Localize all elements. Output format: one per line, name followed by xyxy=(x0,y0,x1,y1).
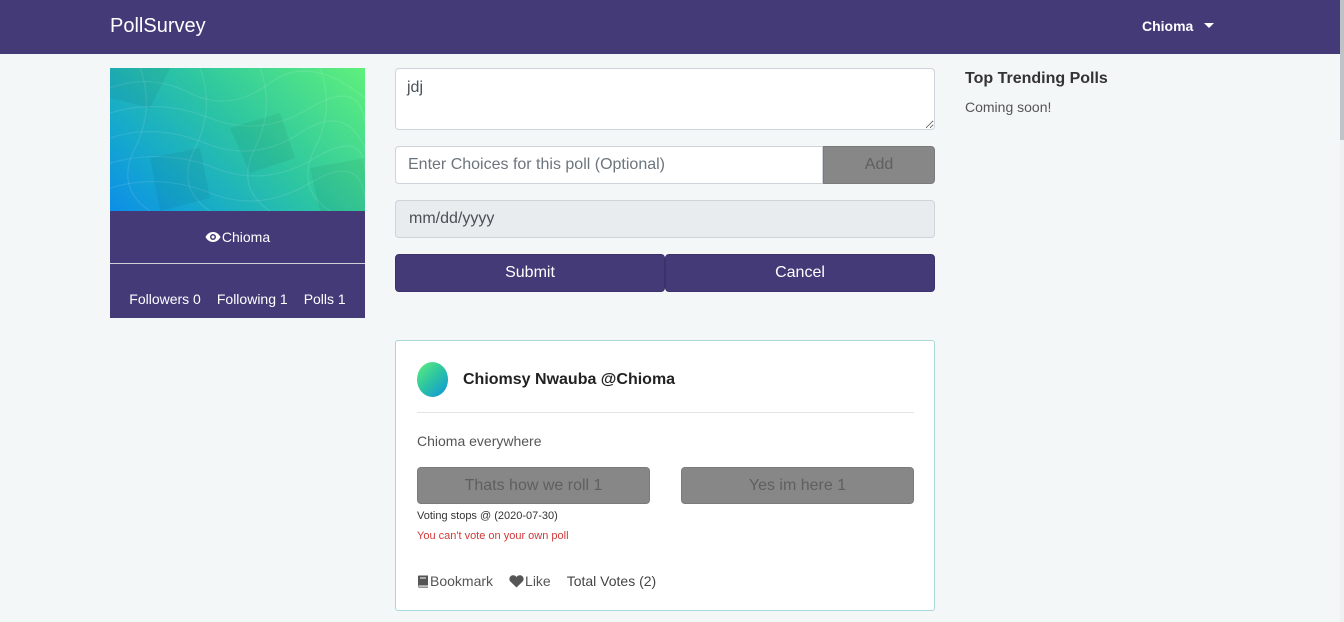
total-votes: Total Votes (2) xyxy=(566,573,657,589)
polls-count[interactable]: Polls 1 xyxy=(304,291,346,307)
avatar[interactable] xyxy=(417,362,448,397)
cover-texture xyxy=(110,68,365,211)
own-poll-warning: You can't vote on your own poll xyxy=(417,530,569,542)
poll-question: Chioma everywhere xyxy=(417,433,542,449)
poll-choice-button-1[interactable]: Thats how we roll 1 xyxy=(417,467,650,504)
profile-cover-image xyxy=(110,68,365,211)
navbar: PollSurvey Chioma xyxy=(0,0,1344,54)
profile-name: Chioma xyxy=(221,229,271,245)
eye-icon xyxy=(205,232,221,242)
brand-logo[interactable]: PollSurvey xyxy=(110,15,206,38)
user-menu-label: Chioma xyxy=(1142,18,1194,34)
cancel-button[interactable]: Cancel xyxy=(665,254,935,292)
trending-title: Top Trending Polls xyxy=(965,70,1108,87)
like-label: Like xyxy=(525,573,551,589)
like-button[interactable]: Like xyxy=(509,573,551,589)
user-menu-dropdown[interactable]: Chioma xyxy=(1142,18,1215,34)
scrollbar[interactable] xyxy=(1340,0,1344,622)
end-date-input[interactable]: mm/dd/yyyy xyxy=(395,200,935,238)
poll-actions: Bookmark Like Total Votes (2) xyxy=(417,573,656,589)
heart-icon xyxy=(509,574,524,587)
bookmark-button[interactable]: Bookmark xyxy=(417,573,493,589)
following-count[interactable]: Following 1 xyxy=(217,291,288,307)
submit-button[interactable]: Submit xyxy=(395,254,665,292)
bookmark-label: Bookmark xyxy=(430,573,494,589)
scrollbar-thumb[interactable] xyxy=(1340,0,1344,140)
book-icon xyxy=(418,575,428,588)
followers-count[interactable]: Followers 0 xyxy=(129,291,201,307)
poll-author[interactable]: Chiomsy Nwauba @Chioma xyxy=(463,371,675,389)
poll-card: Chiomsy Nwauba @Chioma Chioma everywhere… xyxy=(395,340,935,611)
divider xyxy=(417,412,914,413)
choice-input[interactable]: Enter Choices for this poll (Optional) xyxy=(395,146,823,184)
add-choice-button[interactable]: Add xyxy=(823,146,935,184)
profile-name-row[interactable]: Chioma xyxy=(110,211,365,264)
voting-deadline: Voting stops @ (2020-07-30) xyxy=(417,510,558,522)
poll-choice-button-2[interactable]: Yes im here 1 xyxy=(681,467,914,504)
profile-stats: Followers 0 Following 1 Polls 1 xyxy=(110,264,365,307)
poll-question-textarea[interactable]: jdj xyxy=(395,68,935,130)
profile-card: Chioma Followers 0 Following 1 Polls 1 xyxy=(110,68,365,318)
trending-subtitle: Coming soon! xyxy=(965,99,1052,115)
chevron-down-icon xyxy=(1204,22,1215,28)
